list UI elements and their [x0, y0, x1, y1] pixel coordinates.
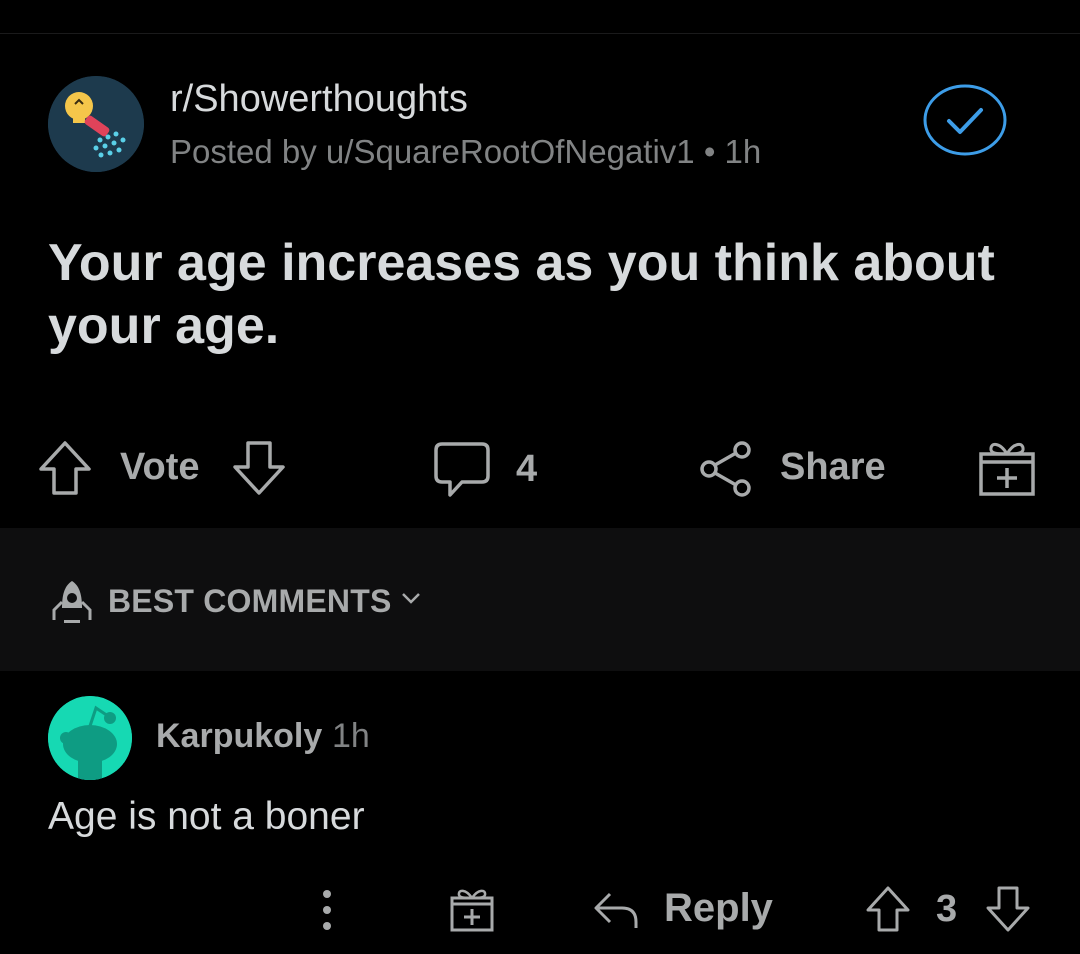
comment-bubble-icon	[434, 442, 490, 497]
chevron-down-icon[interactable]	[400, 590, 422, 611]
shower-lightbulb-icon	[48, 76, 144, 172]
downvote-button[interactable]	[230, 438, 288, 498]
post-meta[interactable]: Posted by u/SquareRootOfNegativ1 • 1h	[170, 133, 761, 171]
reply-button[interactable]: Reply	[664, 886, 773, 931]
subreddit-name[interactable]: r/Showerthoughts	[170, 78, 468, 121]
upvote-button[interactable]	[36, 438, 94, 498]
share-label[interactable]: Share	[780, 446, 886, 489]
snoo-avatar-icon	[48, 696, 132, 780]
comment-downvote-button[interactable]	[984, 884, 1032, 939]
comment-award-button[interactable]	[448, 886, 496, 939]
kebab-menu-icon	[323, 890, 331, 930]
share-icon	[700, 441, 751, 497]
top-divider	[0, 33, 1080, 34]
arrow-down-icon	[986, 886, 1030, 932]
gift-award-icon	[450, 889, 494, 932]
comment-time: 1h	[332, 717, 370, 755]
comment-body: Age is not a boner	[48, 795, 365, 838]
comments-button[interactable]	[432, 440, 492, 500]
more-options-button[interactable]	[316, 886, 338, 939]
subreddit-avatar[interactable]	[48, 76, 144, 172]
sort-label[interactable]: BEST COMMENTS	[108, 583, 392, 620]
rocket-icon	[48, 578, 96, 631]
arrow-up-icon	[39, 441, 91, 495]
share-button[interactable]	[698, 440, 754, 498]
comment-score: 3	[936, 888, 958, 930]
arrow-up-icon	[866, 886, 910, 932]
comment-upvote-button[interactable]	[864, 884, 912, 939]
checkmark-icon	[923, 84, 1007, 156]
reply-arrow-icon[interactable]	[592, 888, 640, 937]
comment-count[interactable]: 4	[516, 448, 537, 491]
arrow-down-icon	[233, 441, 285, 495]
award-button[interactable]	[976, 438, 1038, 498]
vote-label: Vote	[120, 446, 200, 488]
comment-author[interactable]: Karpukoly	[156, 717, 322, 756]
joined-button[interactable]	[923, 84, 1007, 156]
gift-award-icon	[979, 443, 1035, 496]
comment-avatar[interactable]	[48, 696, 132, 780]
post-title[interactable]: Your age increases as you think about yo…	[48, 232, 1038, 358]
